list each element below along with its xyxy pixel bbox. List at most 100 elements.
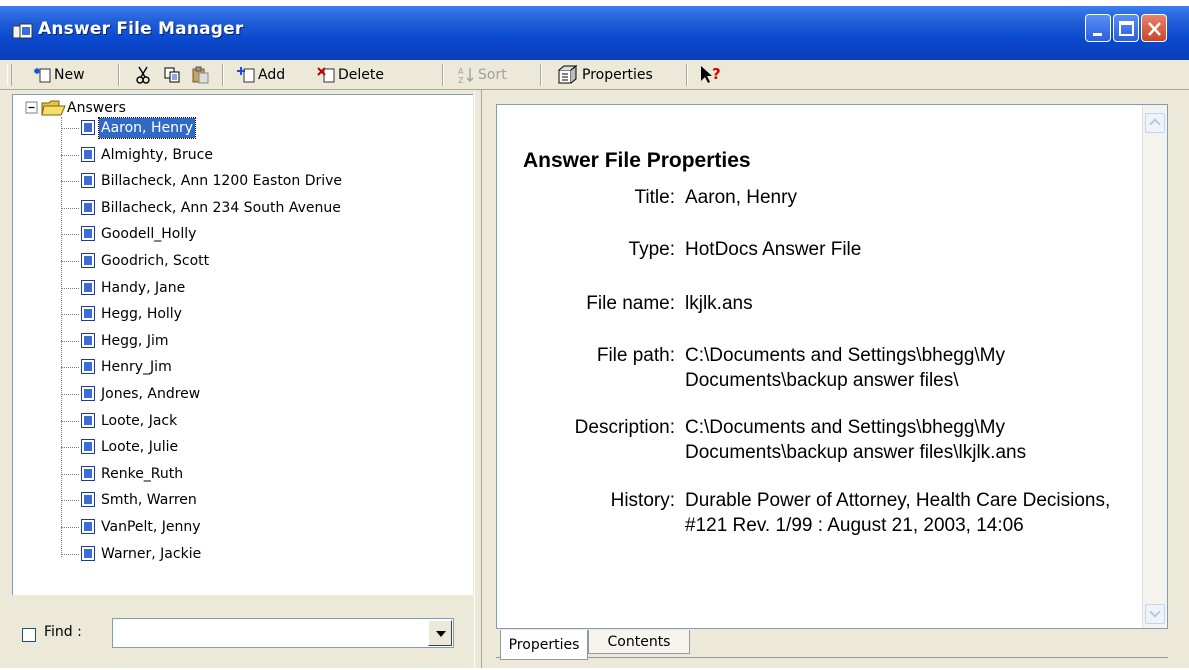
svg-text:Z: Z xyxy=(458,76,464,84)
find-dropdown-button[interactable] xyxy=(428,620,452,646)
tree-root-answers[interactable]: Answers xyxy=(25,99,126,117)
answer-file-icon xyxy=(81,545,95,561)
scroll-down-button[interactable] xyxy=(1145,604,1165,624)
maximize-button[interactable] xyxy=(1113,14,1139,42)
property-label: File path: xyxy=(596,345,675,366)
properties-pane: Answer File Properties Title: Aaron, Henr… xyxy=(482,90,1189,668)
tree-item[interactable]: Smth, Warren xyxy=(13,489,473,511)
collapse-icon[interactable] xyxy=(25,101,39,115)
minimize-button[interactable] xyxy=(1085,14,1111,42)
answer-file-icon xyxy=(81,359,95,375)
answer-file-icon xyxy=(81,519,95,534)
tree-item[interactable]: Hegg, Jim xyxy=(13,330,473,352)
tree-item-label: Smth, Warren xyxy=(101,492,197,509)
property-label: Type: xyxy=(628,239,675,260)
copy-icon xyxy=(164,67,180,83)
close-button[interactable] xyxy=(1141,14,1167,42)
tree-item-label: Aaron, Henry xyxy=(98,117,196,139)
answer-file-icon xyxy=(81,492,95,508)
cut-icon xyxy=(136,66,150,84)
cut-button[interactable] xyxy=(132,64,154,86)
sort-button[interactable]: A Z Sort xyxy=(456,64,507,86)
tree-item-label: Billacheck, Ann 234 South Avenue xyxy=(101,199,341,216)
properties-heading: Answer File Properties xyxy=(523,149,751,172)
tree-item[interactable]: Henry_Jim xyxy=(13,356,473,378)
answer-file-icon xyxy=(81,279,95,295)
tree-item[interactable]: Jones, Andrew xyxy=(13,383,473,405)
minimize-icon xyxy=(1093,33,1102,36)
tree-connector xyxy=(61,314,79,316)
answer-file-icon xyxy=(81,173,95,189)
delete-button[interactable]: Delete xyxy=(316,64,384,86)
tree-connector xyxy=(61,527,79,528)
tree-item[interactable]: VanPelt, Jenny xyxy=(13,516,473,538)
tree-connector xyxy=(61,394,79,395)
svg-text:?: ? xyxy=(712,65,721,83)
add-button[interactable]: Add xyxy=(236,64,285,86)
app-icon xyxy=(12,23,33,39)
vertical-scrollbar[interactable] xyxy=(1142,105,1167,628)
find-input[interactable] xyxy=(117,623,421,645)
tree-item-label: VanPelt, Jenny xyxy=(101,519,201,535)
tree-item[interactable]: Loote, Jack xyxy=(13,410,473,432)
tree-item[interactable]: Aaron, Henry xyxy=(13,117,473,139)
answer-file-icon xyxy=(81,386,95,401)
find-checkbox[interactable] xyxy=(22,628,36,642)
tree-item[interactable]: Goodrich, Scott xyxy=(13,250,473,272)
tree-connector xyxy=(61,234,79,236)
properties-icon xyxy=(558,65,578,84)
folder-icon xyxy=(41,100,66,116)
delete-icon xyxy=(317,67,335,83)
toolbar-separator xyxy=(442,64,444,86)
add-label: Add xyxy=(258,67,286,83)
tree-item[interactable]: Loote, Julie xyxy=(13,436,473,458)
copy-button[interactable] xyxy=(162,64,184,86)
pane-splitter[interactable] xyxy=(474,90,482,668)
tree-item[interactable]: Handy, Jane xyxy=(13,277,473,299)
title-bar: Answer File Manager xyxy=(0,0,1189,60)
answer-file-icon xyxy=(81,226,95,242)
tab-properties[interactable]: Properties xyxy=(500,630,588,660)
property-value: C:\Documents and Settings\bhegg\My Docum… xyxy=(685,345,1006,391)
sort-label: Sort xyxy=(478,67,507,83)
tree-connector xyxy=(61,207,79,209)
property-value: lkjlk.ans xyxy=(685,293,753,314)
answer-file-icon xyxy=(81,199,95,215)
help-pointer-icon: ? xyxy=(701,65,721,83)
tree-item[interactable]: Almighty, Bruce xyxy=(13,144,473,166)
tree-item[interactable]: Warner, Jackie xyxy=(13,543,473,565)
tree-item[interactable]: Renke_Ruth xyxy=(13,463,473,485)
tree-item[interactable]: Billacheck, Ann 1200 Easton Drive xyxy=(13,170,473,192)
properties-button[interactable]: Properties xyxy=(556,64,653,86)
tree-item[interactable]: Hegg, Holly xyxy=(13,303,473,325)
tree-item-label: Jones, Andrew xyxy=(101,386,201,402)
svg-text:A: A xyxy=(458,67,464,76)
answer-file-icon xyxy=(81,465,95,481)
tree-connector xyxy=(61,261,79,262)
tree-connector xyxy=(61,473,79,475)
tree-item-label: Warner, Jackie xyxy=(101,545,202,562)
toolbar-grip[interactable] xyxy=(7,64,12,86)
tree-item[interactable]: Goodell_Holly xyxy=(13,223,473,245)
tab-contents[interactable]: Contents xyxy=(588,630,690,654)
tree-item[interactable]: Billacheck, Ann 234 South Avenue xyxy=(13,197,473,219)
property-label: File name: xyxy=(586,293,675,314)
answer-file-icon xyxy=(81,439,95,455)
find-label: Find : xyxy=(44,624,82,640)
tab-strip-line xyxy=(496,657,1168,658)
tree-connector xyxy=(61,367,79,369)
tree-connector xyxy=(61,420,79,422)
scroll-up-button[interactable] xyxy=(1145,113,1165,133)
new-button[interactable]: New xyxy=(32,64,85,86)
answers-tree[interactable]: Answers Aaron, Henry Almighty, Bruce Billa… xyxy=(12,94,473,595)
new-label: New xyxy=(54,67,85,83)
help-pointer-button[interactable]: ? xyxy=(698,64,726,86)
find-combobox[interactable] xyxy=(112,618,454,648)
paste-button[interactable] xyxy=(190,64,212,86)
property-label: Title: xyxy=(634,187,675,208)
tree-item-label: Goodell_Holly xyxy=(101,226,197,243)
add-icon xyxy=(237,67,255,83)
tree-item-label: Renke_Ruth xyxy=(101,465,184,482)
tree-item-label: Handy, Jane xyxy=(101,279,186,296)
tree-item-label: Goodrich, Scott xyxy=(101,253,210,269)
